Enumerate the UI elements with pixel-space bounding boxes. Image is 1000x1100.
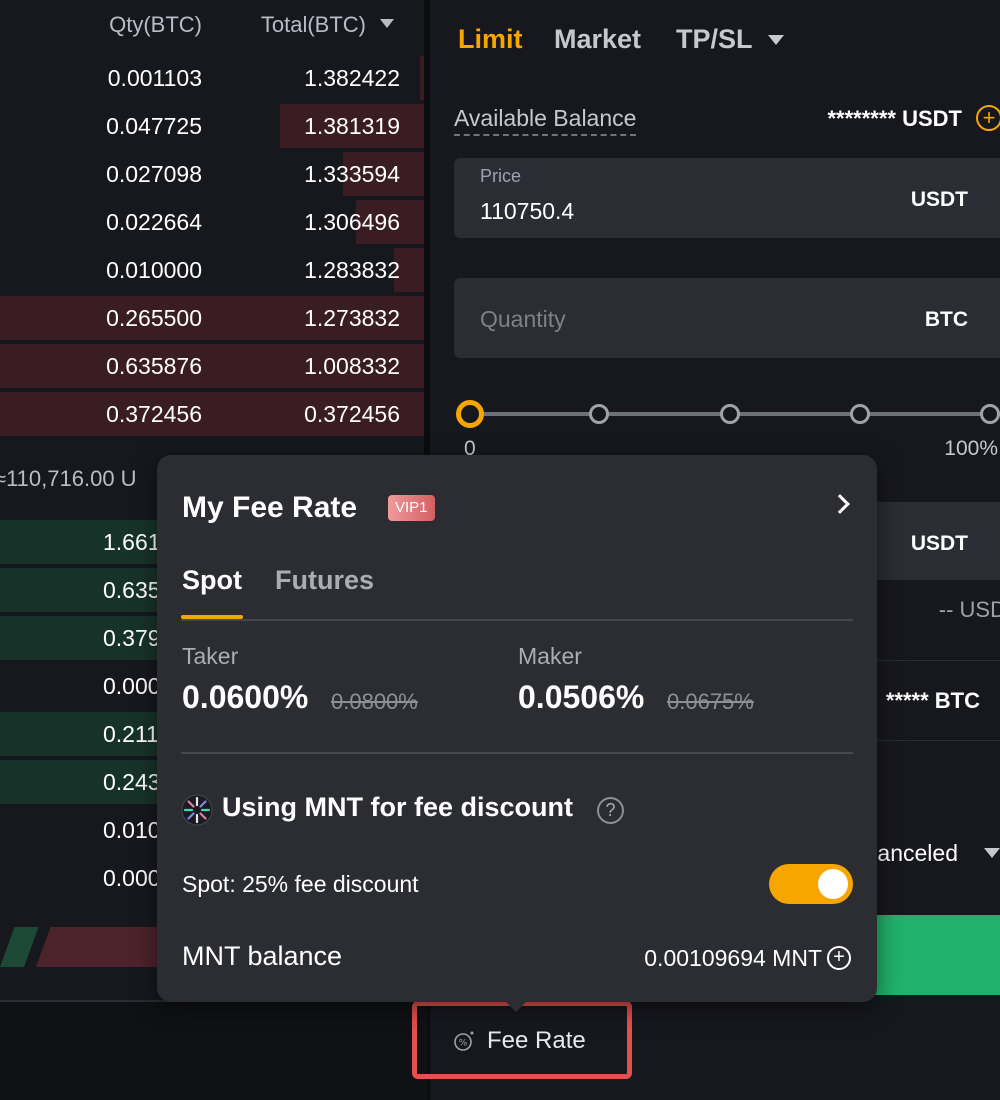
price-input[interactable]: Price 110750.4 USDT [454,158,1000,238]
popover-title: My Fee Rate [182,491,358,524]
maker-rate: 0.0506% [518,679,645,715]
ask-total: 1.008332 [304,353,400,379]
ask-qty: 0.635876 [106,353,202,379]
available-balance-label[interactable]: Available Balance [454,105,637,136]
fee-rate-icon: % [454,1031,474,1051]
svg-text:%: % [459,1039,468,1049]
toggle-knob [818,869,848,899]
price-value[interactable]: 110750.4 [480,198,574,225]
tab-futures[interactable]: Futures [275,565,374,596]
quantity-unit: BTC [924,308,968,331]
total-column-header[interactable]: Total(BTC) [261,12,366,38]
fee-rate-label: Fee Rate [487,1027,586,1054]
tab-market[interactable]: Market [554,24,641,55]
chevron-right-icon[interactable] [830,494,850,514]
help-icon[interactable]: ? [597,797,624,824]
ask-row[interactable]: 0.047725 1.381319 [0,104,424,148]
mnt-logo-icon [181,794,213,826]
max-sell-value: ***** BTC [885,688,980,713]
ask-row[interactable]: 0.022664 1.306496 [0,200,424,244]
ask-total: 1.306496 [304,209,400,235]
order-value-unit: USDT [910,532,968,555]
slider-max-label: 100% [944,437,998,460]
quantity-placeholder[interactable]: Quantity [480,306,566,333]
taker-original-rate: 0.0800% [331,689,418,714]
ask-row[interactable]: 0.372456 0.372456 [0,392,424,436]
ask-total: 1.273832 [304,305,400,331]
time-in-force-select[interactable]: anceled [877,840,958,867]
mnt-discount-toggle[interactable] [769,864,853,904]
quantity-slider-knob[interactable] [456,400,484,428]
buy-ratio-segment [0,927,39,967]
time-in-force-caret-icon[interactable] [984,848,1000,858]
bid-qty: 1.661 [103,529,161,555]
vip-badge: VIP1 [388,495,435,521]
bid-qty: 0.010 [103,817,161,843]
ask-total: 1.333594 [304,161,400,187]
available-balance-value: ******** USDT [827,106,963,131]
rates-divider [181,752,853,754]
fee-rate-button[interactable]: % Fee Rate [412,1001,632,1079]
ask-row[interactable]: 0.635876 1.008332 [0,344,424,388]
taker-label: Taker [182,643,239,669]
ask-qty: 0.372456 [106,401,202,427]
ask-qty: 0.010000 [106,257,202,283]
mnt-balance-value: 0.00109694 MNT [644,945,822,971]
orderbook-header: Qty(BTC) Total(BTC) [0,0,424,50]
tab-tpsl[interactable]: TP/SL [676,24,753,55]
spot-discount-label: Spot: 25% fee discount [182,871,419,897]
deposit-plus-icon[interactable]: + [976,105,1000,131]
ask-total: 1.382422 [304,65,400,91]
slider-step-50[interactable] [720,404,740,424]
max-buy-value: -- USD [938,597,1000,622]
slider-step-100[interactable] [980,404,1000,424]
ask-qty: 0.047725 [106,113,202,139]
ask-row[interactable]: 0.010000 1.283832 [0,248,424,292]
tabs-divider [181,619,853,621]
mnt-balance-label: MNT balance [182,941,343,971]
add-mnt-plus-icon[interactable]: + [827,946,851,970]
footer-left [0,1000,428,1100]
mnt-discount-title: Using MNT for fee discount [222,792,573,822]
mid-price: ≈110,716.00 U [0,466,137,491]
popover-arrow [504,1000,528,1012]
slider-step-75[interactable] [850,404,870,424]
tpsl-dropdown-caret-icon[interactable] [768,35,784,45]
total-dropdown-caret-icon[interactable] [380,19,394,28]
bid-qty: 0.211 [103,721,159,747]
price-label: Price [480,166,522,186]
bid-qty: 0.000 [103,673,161,699]
ask-total: 1.381319 [304,113,400,139]
bid-qty: 0.243 [103,769,161,795]
ask-row[interactable]: 0.027098 1.333594 [0,152,424,196]
bid-qty: 0.379 [103,625,161,651]
bid-qty: 0.000 [103,865,161,891]
maker-original-rate: 0.0675% [667,689,754,714]
ask-row[interactable]: 0.001103 1.382422 [0,56,424,100]
fee-rate-popover: My Fee Rate VIP1 Spot Futures Taker Make… [157,455,877,1002]
ask-qty: 0.265500 [106,305,202,331]
tab-limit[interactable]: Limit [458,24,523,55]
active-tab-indicator [181,615,243,619]
quantity-input[interactable]: Quantity BTC [454,278,1000,358]
ask-row[interactable]: 0.265500 1.273832 [0,296,424,340]
ask-total: 1.283832 [304,257,400,283]
ask-qty: 0.022664 [106,209,202,235]
ask-qty: 0.027098 [106,161,202,187]
ask-qty: 0.001103 [107,65,202,91]
tab-spot[interactable]: Spot [182,565,242,596]
price-unit: USDT [910,188,968,211]
slider-step-25[interactable] [589,404,609,424]
bid-qty: 0.635 [103,577,161,603]
ask-total: 0.372456 [304,401,400,427]
maker-label: Maker [518,643,582,669]
qty-column-header: Qty(BTC) [109,12,202,37]
taker-rate: 0.0600% [182,679,309,715]
